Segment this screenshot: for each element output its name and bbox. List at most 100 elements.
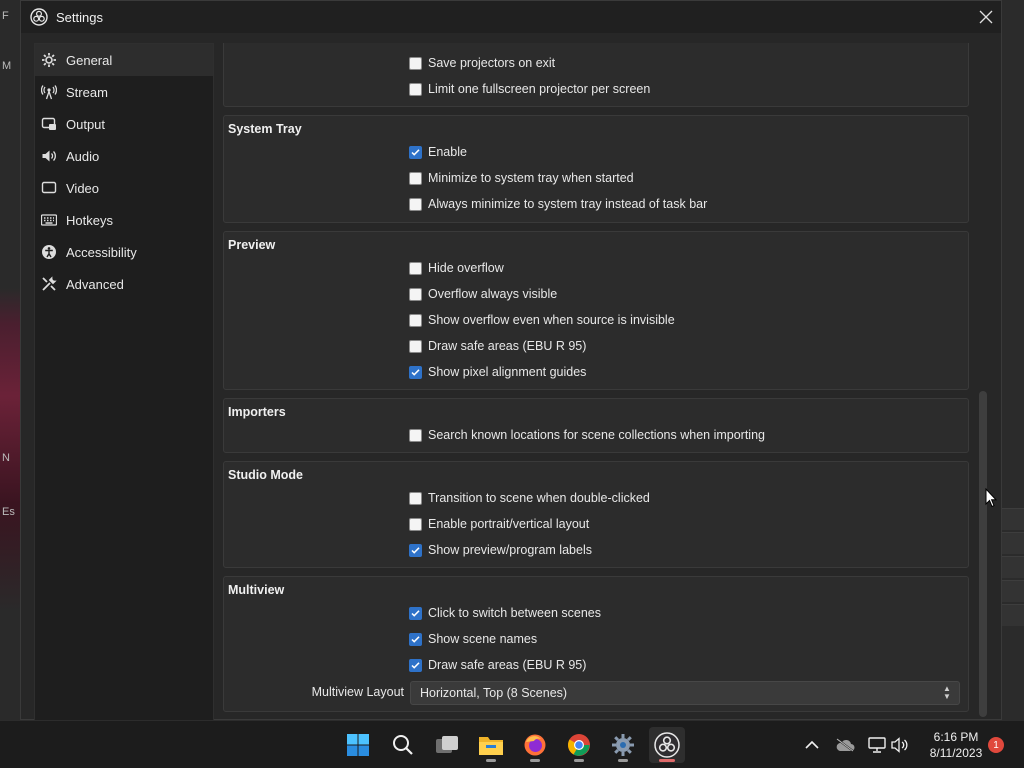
sidebar-item-hotkeys[interactable]: Hotkeys xyxy=(35,204,213,236)
checkbox-tray-enable[interactable]: Enable xyxy=(409,142,467,162)
scrollbar-thumb[interactable] xyxy=(979,391,987,717)
chevron-up-icon xyxy=(805,740,819,749)
gear-icon xyxy=(40,51,58,69)
multiview-group: Multiview Click to switch between scenes… xyxy=(223,576,969,712)
checkbox[interactable] xyxy=(409,287,422,301)
checkbox-show-overflow-invisible[interactable]: Show overflow even when source is invisi… xyxy=(409,310,675,330)
checkbox[interactable] xyxy=(409,491,422,505)
sidebar-item-advanced[interactable]: Advanced xyxy=(35,268,213,300)
checkbox-portrait-layout[interactable]: Enable portrait/vertical layout xyxy=(409,514,589,534)
checkbox-label: Show pixel alignment guides xyxy=(428,365,587,379)
checkbox[interactable] xyxy=(409,632,422,646)
settings-app-button[interactable] xyxy=(605,727,641,763)
vertical-scrollbar[interactable] xyxy=(977,43,989,719)
checkbox-pixel-alignment-guides[interactable]: Show pixel alignment guides xyxy=(409,362,586,382)
system-tray-group: System Tray Enable Minimize to system tr… xyxy=(223,115,969,223)
sidebar-item-accessibility[interactable]: Accessibility xyxy=(35,236,213,268)
checkmark-icon xyxy=(411,609,420,617)
checkbox[interactable] xyxy=(409,313,422,327)
search-button[interactable] xyxy=(385,727,421,763)
sidebar-item-audio[interactable]: Audio xyxy=(35,140,213,172)
search-icon xyxy=(393,735,413,755)
checkbox-draw-safe-areas-multiview[interactable]: Draw safe areas (EBU R 95) xyxy=(409,655,586,675)
clock-time: 6:16 PM xyxy=(933,730,979,744)
checkbox[interactable] xyxy=(409,82,422,96)
network-icon xyxy=(868,737,886,753)
checkbox-label: Hide overflow xyxy=(428,261,504,275)
sidebar-item-video[interactable]: Video xyxy=(35,172,213,204)
checkbox[interactable] xyxy=(409,606,422,620)
checkbox-show-scene-names[interactable]: Show scene names xyxy=(409,629,537,649)
checkmark-icon xyxy=(411,661,420,669)
checkbox[interactable] xyxy=(409,197,422,211)
checkbox-label: Always minimize to system tray instead o… xyxy=(428,197,708,211)
sidebar-item-output[interactable]: Output xyxy=(35,108,213,140)
multiview-layout-row: Multiview Layout Horizontal, Top (8 Scen… xyxy=(224,681,969,705)
keyboard-icon xyxy=(40,211,58,229)
sidebar-item-stream[interactable]: Stream xyxy=(35,76,213,108)
sidebar-item-general[interactable]: General xyxy=(35,44,213,76)
checkbox-label: Minimize to system tray when started xyxy=(428,171,634,185)
checkbox-click-switch-scenes[interactable]: Click to switch between scenes xyxy=(409,603,601,623)
chevron-up-down-icon: ▲ ▼ xyxy=(943,684,951,701)
sidebar-item-label: Video xyxy=(66,180,100,196)
obs-button[interactable] xyxy=(649,727,685,763)
checkbox-label: Overflow always visible xyxy=(428,287,558,301)
multiview-layout-value: Horizontal, Top (8 Scenes) xyxy=(420,686,568,700)
show-hidden-icons-button[interactable] xyxy=(800,733,824,757)
checkbox-preview-program-labels[interactable]: Show preview/program labels xyxy=(409,540,592,560)
checkbox-label: Search known locations for scene collect… xyxy=(428,428,765,442)
background-text: N xyxy=(2,452,10,464)
multiview-layout-select[interactable]: Horizontal, Top (8 Scenes) ▲ ▼ xyxy=(410,681,960,705)
sidebar-item-label: Accessibility xyxy=(66,244,137,260)
checkbox[interactable] xyxy=(409,428,422,442)
checkbox-minimize-tray-started[interactable]: Minimize to system tray when started xyxy=(409,168,634,188)
checkbox-overflow-always-visible[interactable]: Overflow always visible xyxy=(409,284,557,304)
checkbox[interactable] xyxy=(409,339,422,353)
task-view-button[interactable] xyxy=(429,727,465,763)
wrench-icon xyxy=(40,275,58,293)
firefox-icon xyxy=(524,734,546,756)
background-app-left: F M N Es xyxy=(0,0,20,720)
running-indicator xyxy=(618,759,628,762)
checkbox-hide-overflow[interactable]: Hide overflow xyxy=(409,258,504,278)
taskbar-clock[interactable]: 6:16 PM 8/11/2023 xyxy=(918,729,994,761)
firefox-button[interactable] xyxy=(517,727,553,763)
checkbox[interactable] xyxy=(409,261,422,275)
checkbox-label: Save projectors on exit xyxy=(428,56,556,70)
checkbox-transition-double-click[interactable]: Transition to scene when double-clicked xyxy=(409,488,650,508)
checkbox[interactable] xyxy=(409,171,422,185)
file-explorer-button[interactable] xyxy=(473,727,509,763)
checkbox-label: Draw safe areas (EBU R 95) xyxy=(428,658,587,672)
checkbox[interactable] xyxy=(409,365,422,379)
checkbox-label: Enable xyxy=(428,145,467,159)
checkbox-always-minimize-tray[interactable]: Always minimize to system tray instead o… xyxy=(409,194,707,214)
start-button[interactable] xyxy=(340,727,376,763)
title-bar: Settings xyxy=(21,1,1001,33)
checkbox-label: Show preview/program labels xyxy=(428,543,592,557)
volume-tray-icon[interactable] xyxy=(889,733,913,757)
group-title: System Tray xyxy=(228,122,302,136)
checkbox[interactable] xyxy=(409,56,422,70)
checkbox-draw-safe-areas-preview[interactable]: Draw safe areas (EBU R 95) xyxy=(409,336,586,356)
checkbox-limit-fullscreen-projector[interactable]: Limit one fullscreen projector per scree… xyxy=(409,79,650,99)
taskbar: 6:16 PM 8/11/2023 1 xyxy=(0,720,1024,768)
chrome-icon xyxy=(568,734,590,756)
checkbox-save-projectors[interactable]: Save projectors on exit xyxy=(409,53,555,73)
checkbox[interactable] xyxy=(409,145,422,159)
studio-mode-group: Studio Mode Transition to scene when dou… xyxy=(223,461,969,568)
background-app-right xyxy=(1000,0,1024,720)
running-indicator xyxy=(659,759,675,762)
onedrive-tray-icon[interactable] xyxy=(833,733,857,757)
checkbox-label: Enable portrait/vertical layout xyxy=(428,517,590,531)
background-text: F xyxy=(2,10,9,22)
chrome-button[interactable] xyxy=(561,727,597,763)
checkbox[interactable] xyxy=(409,517,422,531)
checkbox[interactable] xyxy=(409,543,422,557)
close-button[interactable] xyxy=(971,1,1001,33)
folder-icon xyxy=(479,737,503,755)
checkbox[interactable] xyxy=(409,658,422,672)
network-tray-icon[interactable] xyxy=(865,733,889,757)
notification-badge[interactable]: 1 xyxy=(988,737,1004,753)
checkbox-search-scene-collections[interactable]: Search known locations for scene collect… xyxy=(409,425,765,445)
